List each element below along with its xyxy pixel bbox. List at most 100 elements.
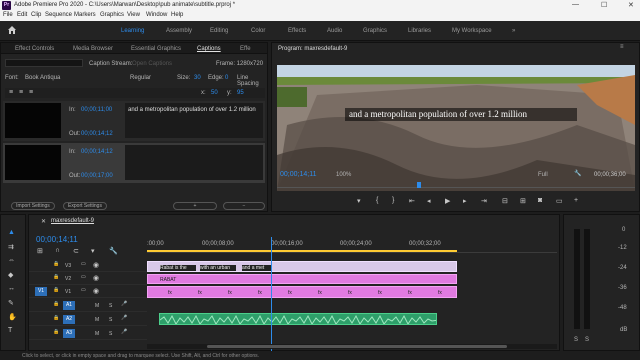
quality-select[interactable]: Full — [538, 172, 548, 178]
solo-left-button[interactable]: S — [574, 337, 578, 343]
caption-out-time[interactable]: 00;00;17;00 — [81, 173, 113, 179]
import-settings-button[interactable]: Import Settings — [11, 202, 55, 210]
lock-icon[interactable]: 🔒 — [53, 329, 59, 335]
sequence-tab[interactable]: maxresdefault-9 — [51, 218, 94, 224]
caption-stream-select[interactable]: Open Captions — [132, 61, 172, 67]
menu-window[interactable]: Window — [146, 12, 167, 18]
track-select-icon[interactable]: ⇉ — [8, 243, 14, 251]
mic-icon[interactable]: 🎤 — [121, 315, 127, 321]
type-tool-icon[interactable]: T — [8, 327, 12, 334]
menu-help[interactable]: Help — [171, 12, 183, 18]
remove-caption-button[interactable]: − — [223, 202, 265, 210]
caption-block[interactable]: with an urban — [200, 265, 236, 271]
nest-icon[interactable]: ⊞ — [37, 247, 43, 255]
tab-audio[interactable]: Audio — [327, 28, 342, 34]
export-settings-button[interactable]: Export Settings — [63, 202, 107, 210]
minimize-icon[interactable]: — — [572, 1, 579, 8]
style-select[interactable]: Regular — [130, 75, 151, 81]
solo-button[interactable]: S — [109, 317, 112, 323]
y-value[interactable]: 95 — [237, 90, 244, 96]
menu-clip[interactable]: Clip — [31, 12, 41, 18]
snap-icon[interactable]: ∩ — [55, 247, 60, 254]
zoom-select[interactable]: 100% — [336, 172, 351, 178]
track-header-v1[interactable]: V1 🔒 V1 ▭ ◉ — [29, 285, 147, 298]
button-editor-icon[interactable]: + — [574, 197, 578, 204]
search-input[interactable] — [5, 59, 83, 67]
solo-button[interactable]: S — [109, 331, 112, 337]
lock-icon[interactable]: 🔒 — [53, 261, 59, 267]
work-area-bar[interactable] — [147, 250, 457, 252]
track-header-a1[interactable]: 🔒 A1 M S 🎤 — [29, 299, 147, 312]
align-right-icon[interactable]: ≡ — [29, 89, 33, 96]
tab-assembly[interactable]: Assembly — [166, 28, 192, 34]
lock-icon[interactable]: 🔒 — [53, 301, 59, 307]
solo-button[interactable]: S — [109, 303, 112, 309]
add-marker-icon[interactable]: ▾ — [357, 197, 361, 205]
caption-in-time[interactable]: 00;00;11;00 — [81, 107, 112, 113]
mic-icon[interactable]: 🎤 — [121, 301, 127, 307]
export-frame-icon[interactable]: ◙ — [538, 197, 542, 204]
play-icon[interactable]: ▶ — [445, 197, 450, 205]
timeline-playhead[interactable] — [271, 237, 272, 351]
x-value[interactable]: 50 — [211, 90, 218, 96]
add-marker-icon[interactable]: ▾ — [91, 247, 95, 255]
sync-lock-icon[interactable]: ▭ — [81, 287, 86, 293]
eye-icon[interactable]: ◉ — [93, 287, 99, 295]
timeline-timecode[interactable]: 00;00;14;11 — [36, 235, 78, 244]
caption-block[interactable]: Rabat is the — [160, 265, 196, 271]
mute-button[interactable]: M — [95, 331, 99, 337]
tab-learning[interactable]: Learning — [121, 28, 144, 34]
step-forward-icon[interactable]: ▸ — [463, 197, 467, 205]
razor-tool-icon[interactable]: ◆ — [8, 271, 13, 279]
step-back-icon[interactable]: ◂ — [427, 197, 431, 205]
menu-graphics[interactable]: Graphics — [100, 12, 124, 18]
font-select[interactable]: Book Antiqua — [25, 75, 60, 81]
linked-selection-icon[interactable]: ⊂ — [73, 247, 79, 255]
track-header-v2[interactable]: 🔒 V2 ▭ ◉ — [29, 272, 147, 285]
captions-clip[interactable]: Rabat is the with an urban and a met — [147, 261, 457, 272]
mark-out-icon[interactable]: } — [392, 197, 394, 204]
menu-file[interactable]: File — [3, 12, 13, 18]
tab-effects[interactable]: Effects — [288, 28, 306, 34]
comparison-view-icon[interactable]: ▭ — [556, 197, 563, 205]
tab-captions[interactable]: Captions — [197, 46, 221, 52]
tracks-area[interactable]: Rabat is the with an urban and a met RAB… — [147, 237, 559, 351]
selection-tool-icon[interactable]: ▲ — [8, 229, 15, 236]
menu-edit[interactable]: Edit — [17, 12, 27, 18]
tab-editing[interactable]: Editing — [210, 28, 228, 34]
add-caption-button[interactable]: + — [173, 202, 217, 210]
time-ruler[interactable]: :00;00 00;00;08;00 00;00;16;00 00;00;24;… — [147, 237, 557, 253]
track-name[interactable]: A2 — [63, 315, 75, 324]
track-name[interactable]: A1 — [63, 301, 75, 310]
caption-text-field[interactable]: and a metropolitan population of over 1.… — [125, 103, 263, 138]
menu-markers[interactable]: Markers — [74, 12, 96, 18]
maximize-icon[interactable]: ☐ — [601, 1, 607, 9]
tab-my-workspace[interactable]: My Workspace — [452, 28, 492, 34]
sync-lock-icon[interactable]: ▭ — [81, 261, 86, 267]
lock-icon[interactable]: 🔒 — [53, 315, 59, 321]
lift-icon[interactable]: ⊟ — [502, 197, 508, 205]
tab-color[interactable]: Color — [251, 28, 265, 34]
menu-view[interactable]: View — [127, 12, 140, 18]
caption-row[interactable]: In: 00;00;14;12 Out: 00;00;17;00 — [3, 143, 265, 183]
tab-libraries[interactable]: Libraries — [408, 28, 431, 34]
sync-lock-icon[interactable]: ▭ — [81, 274, 86, 280]
mic-icon[interactable]: 🎤 — [121, 329, 127, 335]
graphic-clip[interactable]: RABAT — [147, 274, 457, 284]
close-icon[interactable]: ✕ — [628, 1, 634, 9]
ripple-edit-icon[interactable]: ⇔ — [8, 257, 15, 264]
scrubber-bar[interactable] — [277, 182, 635, 188]
tab-media-browser[interactable]: Media Browser — [73, 46, 113, 52]
tab-essential-graphics[interactable]: Essential Graphics — [131, 46, 181, 52]
align-center-icon[interactable]: ≡ — [19, 89, 23, 96]
track-header-v3[interactable]: 🔒 V3 ▭ ◉ — [29, 259, 147, 272]
lock-icon[interactable]: 🔒 — [53, 287, 59, 293]
mark-in-icon[interactable]: { — [376, 197, 378, 204]
caption-text-field[interactable] — [125, 145, 263, 180]
size-value[interactable]: 30 — [194, 75, 201, 81]
timeline-settings-icon[interactable]: 🔧 — [109, 247, 118, 255]
solo-right-button[interactable]: S — [585, 337, 589, 343]
edge-value[interactable]: 0 — [225, 75, 228, 81]
home-icon[interactable] — [8, 26, 16, 34]
hand-tool-icon[interactable]: ✋ — [8, 313, 17, 321]
